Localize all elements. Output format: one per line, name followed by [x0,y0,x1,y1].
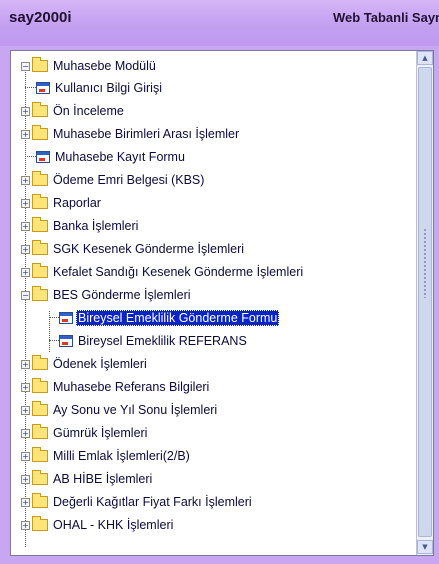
tree-node-label: Bireysel Emeklilik Gönderme Formu [76,310,280,326]
header-system-title: Web Tabanli Sayn [332,10,439,25]
scroll-up-icon[interactable]: ▲ [417,51,433,65]
module-tree: − Muhasebe Modülü Kullanıcı Bilgi Girişi… [11,51,416,555]
expand-icon[interactable]: + [21,497,30,507]
scroll-down-icon[interactable]: ▼ [417,540,433,554]
expand-icon[interactable]: + [21,129,30,139]
folder-icon [32,263,48,278]
tree-connector [49,317,59,319]
tree-node-bes-gonderme[interactable]: − BES Gönderme İşlemleri [21,284,193,306]
tree-node-muhasebe-referans[interactable]: + Muhasebe Referans Bilgileri [21,376,211,398]
tree-node-ay-sonu-yil-sonu[interactable]: + Ay Sonu ve Yıl Sonu İşlemleri [21,399,219,421]
folder-icon [32,401,48,416]
folder-icon [32,378,48,393]
header-bar: say2000i Web Tabanli Sayn [0,0,439,46]
folder-icon [32,355,48,370]
tree-node-odenek-islemleri[interactable]: + Ödenek İşlemleri [21,353,149,375]
tree-node-label: Raporlar [53,196,101,210]
tree-node-odeme-emri-belgesi[interactable]: + Ödeme Emri Belgesi (KBS) [21,169,206,191]
folder-icon [32,217,48,232]
expand-icon[interactable]: + [21,474,30,484]
folder-open-icon [32,57,48,72]
tree-node-bireysel-emeklilik-referans[interactable]: Bireysel Emeklilik REFERANS [49,330,249,352]
tree-node-label: Muhasebe Modülü [53,59,156,73]
folder-icon [32,194,48,209]
folder-icon [32,102,48,117]
form-icon [59,335,73,347]
collapse-icon[interactable]: − [21,290,30,300]
tree-node-milli-emlak[interactable]: + Milli Emlak İşlemleri(2/B) [21,445,192,467]
form-icon [36,151,50,163]
folder-icon [32,447,48,462]
expand-icon[interactable]: + [21,520,30,530]
tree-node-label: Ay Sonu ve Yıl Sonu İşlemleri [53,403,218,417]
folder-icon [32,240,48,255]
tree-node-banka-islemleri[interactable]: + Banka İşlemleri [21,215,140,237]
tree-node-label: Milli Emlak İşlemleri(2/B) [53,449,190,463]
tree-node-label: Bireysel Emeklilik REFERANS [78,334,247,348]
tree-node-label: Ödenek İşlemleri [53,357,147,371]
folder-icon [32,470,48,485]
vertical-scrollbar[interactable]: ▲ ▼ [416,51,433,555]
expand-icon[interactable]: + [21,175,30,185]
tree-connector [25,156,36,158]
tree-panel: − Muhasebe Modülü Kullanıcı Bilgi Girişi… [10,50,434,556]
tree-node-label: Ön İnceleme [53,104,124,118]
expand-icon[interactable]: + [21,405,30,415]
tree-node-label: Muhasebe Birimleri Arası İşlemler [53,127,240,141]
expand-icon[interactable]: + [21,451,30,461]
expand-icon[interactable]: + [21,428,30,438]
tree-node-sgk-kesenek[interactable]: + SGK Kesenek Gönderme İşlemleri [21,238,246,260]
expand-icon[interactable]: + [21,244,30,254]
folder-open-icon [32,286,48,301]
tree-node-label: Kullanıcı Bilgi Girişi [55,81,162,95]
tree-node-muhasebe-modulu[interactable]: − Muhasebe Modülü [21,55,158,77]
tree-connector [25,87,36,89]
tree-node-label: Ödeme Emri Belgesi (KBS) [53,173,205,187]
tree-node-muhasebe-kayit-formu[interactable]: Muhasebe Kayıt Formu [25,146,187,168]
expand-icon[interactable]: + [21,198,30,208]
folder-icon [32,125,48,140]
grip-icon [423,228,427,298]
form-icon [36,82,50,94]
scrollbar-thumb[interactable] [418,67,432,537]
tree-node-muhasebe-birimleri[interactable]: + Muhasebe Birimleri Arası İşlemler [21,123,241,145]
collapse-icon[interactable]: − [21,61,30,71]
tree-node-kefalet-sandigi[interactable]: + Kefalet Sandığı Kesenek Gönderme İşlem… [21,261,305,283]
folder-icon [32,424,48,439]
tree-node-gumruk-islemleri[interactable]: + Gümrük İşlemleri [21,422,149,444]
folder-icon [32,171,48,186]
tree-node-ab-hibe[interactable]: + AB HİBE İşlemleri [21,468,154,490]
tree-node-label: BES Gönderme İşlemleri [53,288,191,302]
tree-node-on-inceleme[interactable]: + Ön İnceleme [21,100,126,122]
tree-node-label: SGK Kesenek Gönderme İşlemleri [53,242,245,256]
expand-icon[interactable]: + [21,359,30,369]
tree-node-label: Banka İşlemleri [53,219,139,233]
tree-node-label: Muhasebe Referans Bilgileri [53,380,210,394]
folder-icon [32,516,48,531]
expand-icon[interactable]: + [21,221,30,231]
expand-icon[interactable]: + [21,106,30,116]
tree-node-label: Gümrük İşlemleri [53,426,148,440]
tree-node-ohal-khk[interactable]: + OHAL - KHK İşlemleri [21,514,175,536]
tree-node-label: OHAL - KHK İşlemleri [53,518,174,532]
tree-node-raporlar[interactable]: + Raporlar [21,192,103,214]
folder-icon [32,493,48,508]
tree-node-label: AB HİBE İşlemleri [53,472,153,486]
tree-node-label: Değerli Kağıtlar Fiyat Farkı İşlemleri [53,495,252,509]
expand-icon[interactable]: + [21,267,30,277]
tree-node-bireysel-emeklilik-gonderme-formu[interactable]: Bireysel Emeklilik Gönderme Formu [49,307,280,329]
form-icon [59,312,73,324]
app-title: say2000i [9,9,72,26]
tree-connector [49,340,59,342]
tree-node-kullanici-bilgi-girisi[interactable]: Kullanıcı Bilgi Girişi [25,77,164,99]
tree-node-label: Muhasebe Kayıt Formu [55,150,185,164]
tree-node-label: Kefalet Sandığı Kesenek Gönderme İşlemle… [53,265,304,279]
expand-icon[interactable]: + [21,382,30,392]
tree-node-degerli-kagitlar[interactable]: + Değerli Kağıtlar Fiyat Farkı İşlemleri [21,491,254,513]
